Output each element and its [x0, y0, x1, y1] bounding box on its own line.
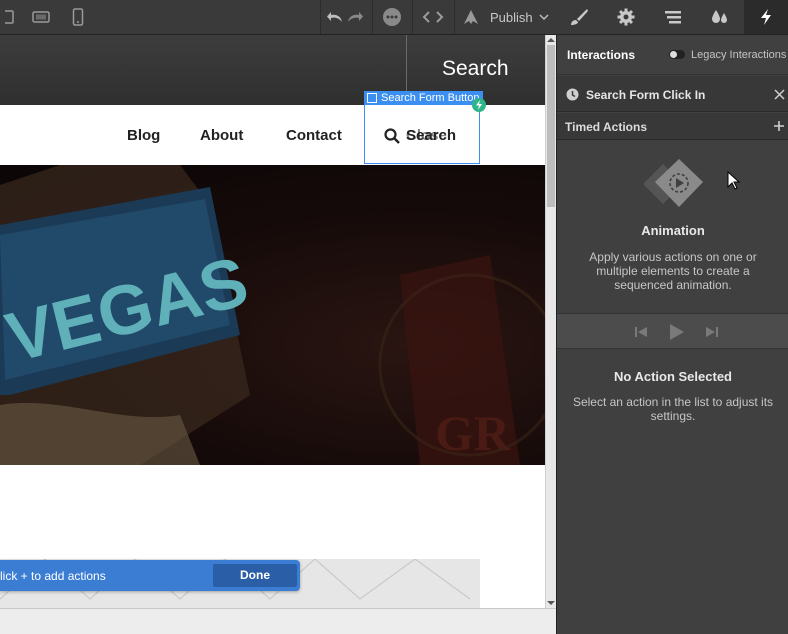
panel-title: Interactions	[567, 48, 636, 62]
close-button-label: Close	[406, 127, 447, 144]
animation-title: Animation	[641, 223, 705, 238]
style-manager-icon[interactable]	[697, 0, 743, 34]
interactions-bolt-icon[interactable]	[744, 0, 788, 34]
play-icon[interactable]	[667, 323, 685, 341]
design-canvas[interactable]: Search Blog About Contact Search Close S…	[0, 35, 545, 608]
add-actions-bar: lick + to add actions Done	[0, 560, 300, 591]
scrollbar-thumb[interactable]	[547, 45, 555, 207]
designer-toolbar: Publish	[0, 0, 556, 35]
trigger-label: Search Form Click In	[586, 88, 706, 102]
trigger-row[interactable]: Search Form Click In	[557, 76, 788, 112]
publish-label: Publish	[490, 9, 533, 25]
legacy-toggle[interactable]	[669, 50, 685, 59]
skip-forward-icon[interactable]	[705, 325, 719, 339]
tablet-landscape-icon[interactable]	[26, 0, 56, 34]
chevron-down-icon	[539, 14, 549, 21]
bottom-strip	[0, 608, 556, 634]
interactions-panel: Interactions Legacy Interactions Search …	[556, 35, 788, 634]
legacy-interactions-label: Legacy Interactions	[691, 49, 787, 61]
hero-image: VEGAS GR	[0, 165, 545, 465]
redo-icon[interactable]	[344, 0, 366, 34]
undo-icon[interactable]	[324, 0, 346, 34]
clock-icon	[566, 88, 579, 101]
playback-controls	[557, 313, 788, 349]
add-action-icon[interactable]	[773, 120, 785, 132]
desktop-icon[interactable]	[0, 0, 22, 34]
panel-tabs	[556, 0, 788, 35]
canvas-scrollbar[interactable]	[545, 35, 556, 608]
selection-label: Search Form Button	[364, 91, 484, 105]
nav-link-contact[interactable]: Contact	[286, 127, 342, 144]
search-icon	[384, 128, 400, 144]
skip-back-icon[interactable]	[634, 325, 648, 339]
animation-diamonds-icon	[643, 159, 703, 207]
settings-gear-icon[interactable]	[603, 0, 649, 34]
mobile-icon[interactable]	[64, 0, 92, 34]
publish-button[interactable]: Publish	[462, 0, 552, 34]
done-button[interactable]: Done	[213, 564, 297, 587]
interaction-badge-icon	[472, 98, 486, 112]
publish-icon	[464, 10, 478, 24]
panel-header: Interactions Legacy Interactions	[557, 35, 788, 75]
more-icon[interactable]	[378, 0, 406, 34]
nav-link-about[interactable]: About	[200, 127, 243, 144]
code-icon[interactable]	[418, 0, 448, 34]
nav-link-blog[interactable]: Blog	[127, 127, 160, 144]
no-action-title: No Action Selected	[614, 369, 732, 384]
style-brush-icon[interactable]	[556, 0, 602, 34]
no-action-description: Select an action in the list to adjust i…	[572, 395, 774, 423]
element-box-icon	[367, 93, 377, 103]
timed-actions-label: Timed Actions	[565, 120, 648, 134]
navigator-icon[interactable]	[650, 0, 696, 34]
hero-patch-art: VEGAS GR	[0, 165, 545, 465]
search-overlay-heading: Search	[442, 57, 509, 80]
mouse-cursor-icon	[727, 171, 741, 190]
close-icon[interactable]	[774, 89, 785, 100]
add-actions-hint: lick + to add actions	[0, 569, 106, 583]
timed-actions-header: Timed Actions	[557, 113, 788, 140]
animation-description: Apply various actions on one or multiple…	[589, 250, 757, 292]
